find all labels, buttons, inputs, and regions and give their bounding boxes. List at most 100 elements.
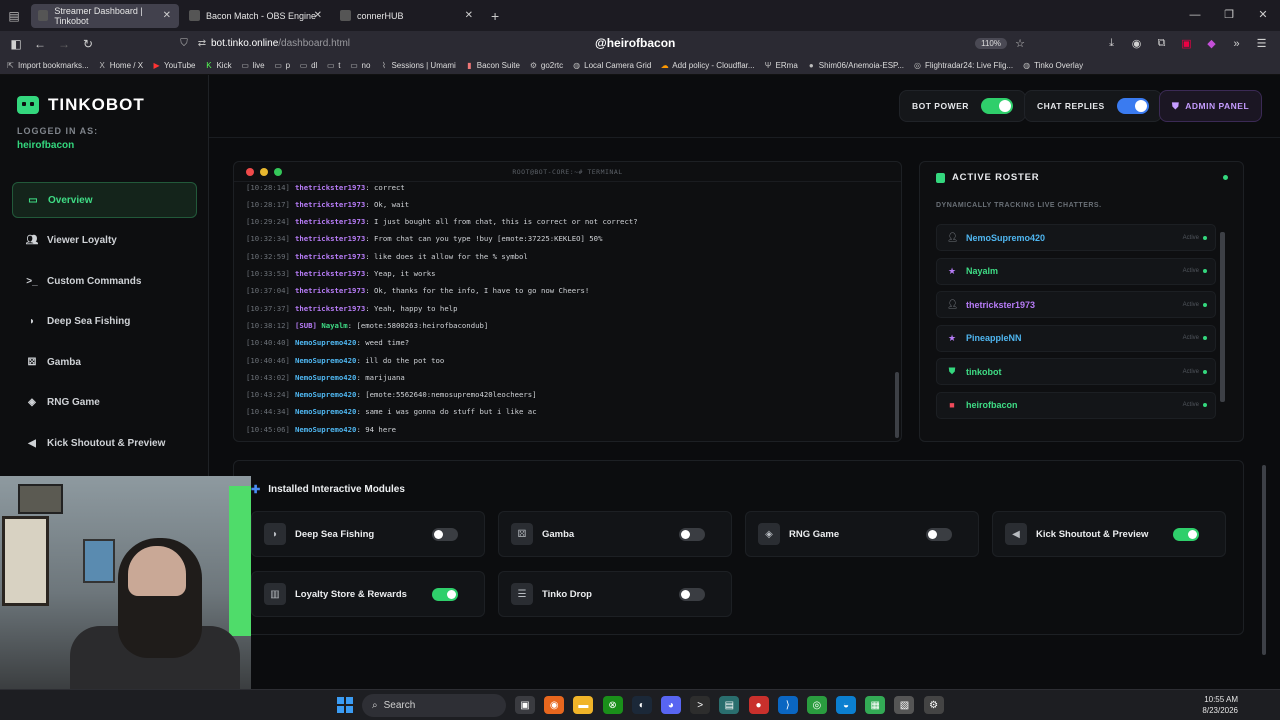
bookmark-item[interactable]: ☁ Add policy - Cloudflar... <box>660 61 755 70</box>
overflow-icon[interactable]: » <box>1224 38 1249 50</box>
bookmark-folder[interactable]: ▭ p <box>274 61 290 70</box>
chat-username[interactable]: NemoSupremo420 <box>295 338 357 347</box>
reload-icon[interactable]: ↻ <box>76 37 100 51</box>
roster-item[interactable]: 👤︎ NemoSupremo420 Active <box>936 224 1216 251</box>
account-icon[interactable]: ◉ <box>1124 37 1149 50</box>
terminal-scrollbar[interactable] <box>895 372 899 438</box>
bookmark-item[interactable]: X Home / X <box>98 61 144 70</box>
tab-streamer-dashboard[interactable]: Streamer Dashboard | Tinkobot ✕ <box>31 3 179 28</box>
chat-username[interactable]: thetrickster1973 <box>295 217 365 226</box>
roster-item[interactable]: ■ heirofbacon Active <box>936 391 1216 419</box>
bookmark-item[interactable]: K Kick <box>204 61 231 70</box>
sidebar-item-viewer-loyalty[interactable]: 👥︎ Viewer Loyalty <box>12 223 197 259</box>
sidebar-item-overview[interactable]: ▭ Overview <box>12 182 197 218</box>
task-view-icon[interactable]: ▣ <box>515 696 535 714</box>
bookmark-folder[interactable]: ▭ no <box>350 61 370 70</box>
module-toggle[interactable] <box>1173 527 1199 541</box>
bookmark-item[interactable]: ◍ Tinko Overlay <box>1022 61 1083 70</box>
chat-username[interactable]: Nayalm <box>321 321 347 330</box>
extension-icon[interactable]: ▣ <box>1174 37 1199 50</box>
forward-icon[interactable]: → <box>52 37 76 51</box>
zoom-level[interactable]: 110% <box>975 37 1007 49</box>
edge-icon[interactable]: ◒ <box>836 696 857 714</box>
chat-username[interactable]: NemoSupremo420 <box>295 425 357 434</box>
steam-icon[interactable]: ◐ <box>631 696 652 714</box>
new-tab-button[interactable]: + <box>491 8 499 24</box>
taskbar-search[interactable]: ⌕ Search <box>362 694 506 717</box>
tab-connerhub[interactable]: connerHUB ✕ <box>333 4 481 28</box>
chat-username[interactable]: NemoSupremo420 <box>295 373 357 382</box>
restore-icon[interactable]: ❐ <box>1212 0 1246 31</box>
clock[interactable]: 10:55 AM 8/23/2026 <box>1202 694 1238 716</box>
app-icon-2[interactable]: ▦ <box>865 696 886 714</box>
discord-icon[interactable]: ◕ <box>660 696 681 714</box>
menu-icon[interactable]: ☰ <box>1249 37 1274 50</box>
chat-username[interactable]: NemoSupremo420 <box>295 390 357 399</box>
bookmark-folder[interactable]: ▭ dl <box>299 61 318 70</box>
bookmark-item[interactable]: ◍ Local Camera Grid <box>572 61 651 70</box>
sidebar-toggle-icon[interactable]: ◧ <box>4 37 28 51</box>
bot-power-toggle[interactable] <box>980 98 1013 114</box>
start-button[interactable] <box>337 697 353 713</box>
chat-replies-toggle[interactable] <box>1116 98 1149 114</box>
chat-username[interactable]: NemoSupremo420 <box>295 356 357 365</box>
chat-username[interactable]: thetrickster1973 <box>295 269 365 278</box>
chat-username[interactable]: thetrickster1973 <box>295 304 365 313</box>
minimize-icon[interactable]: — <box>1178 0 1212 31</box>
firefox-icon[interactable]: ◉ <box>544 696 565 714</box>
vscode-icon[interactable]: ⟩ <box>777 696 798 714</box>
sidebar-item-gamba[interactable]: ⚄ Gamba <box>12 344 197 380</box>
chat-username[interactable]: thetrickster1973 <box>295 286 365 295</box>
close-tab-icon[interactable]: ✕ <box>314 10 322 21</box>
bookmark-item[interactable]: ◎ Flightradar24: Live Flig... <box>913 61 1013 70</box>
admin-panel-button[interactable]: ⛊ ADMIN PANEL <box>1159 90 1263 122</box>
bookmark-item[interactable]: ⚙ go2rtc <box>529 61 563 70</box>
file-explorer-icon[interactable]: ▬ <box>573 696 594 714</box>
bookmark-item[interactable]: ▮ Bacon Suite <box>465 61 520 70</box>
module-toggle[interactable] <box>432 527 458 541</box>
settings-icon[interactable]: ⚙ <box>923 696 944 714</box>
sidebar-item-custom-commands[interactable]: >_ Custom Commands <box>12 263 197 299</box>
roster-item[interactable]: ⛊ tinkobot Active <box>936 358 1216 385</box>
bookmark-folder[interactable]: ▭ t <box>326 61 341 70</box>
xbox-icon[interactable]: ⊗ <box>602 696 623 714</box>
page-scrollbar[interactable] <box>1262 465 1266 655</box>
roster-item[interactable]: 👤︎ thetrickster1973 Active <box>936 291 1216 318</box>
site-info-icon[interactable]: ⛉ <box>175 38 193 49</box>
chat-username[interactable]: NemoSupremo420 <box>295 407 357 416</box>
chat-username[interactable]: thetrickster1973 <box>295 200 365 209</box>
app-icon[interactable]: ▤ <box>719 696 740 714</box>
close-window-icon[interactable]: ✕ <box>1246 0 1280 31</box>
chrome-icon[interactable]: ◎ <box>806 696 827 714</box>
obs-icon[interactable]: ● <box>748 696 769 714</box>
bookmark-item[interactable]: Ψ ERma <box>764 61 798 70</box>
roster-scrollbar[interactable] <box>1220 232 1225 402</box>
extension-purple-icon[interactable]: ◆ <box>1199 37 1224 50</box>
chat-username[interactable]: thetrickster1973 <box>295 183 365 192</box>
bookmark-item[interactable]: ● Shim06/Anemoia-ESP... <box>807 61 904 70</box>
module-toggle[interactable] <box>432 587 458 601</box>
sidebar-item-kick-shoutout[interactable]: ◀ Kick Shoutout & Preview <box>12 426 197 462</box>
back-icon[interactable]: ← <box>28 37 52 51</box>
terminal-log[interactable]: [10:28:14] thetrickster1973: correct [10:2… <box>234 182 893 441</box>
chat-username[interactable]: thetrickster1973 <box>295 234 365 243</box>
sidebar-item-rng-game[interactable]: ◈ RNG Game <box>12 385 197 421</box>
roster-item[interactable]: ★ PineappleNN Active <box>936 324 1216 352</box>
close-tab-icon[interactable]: ✕ <box>163 10 171 21</box>
tab-list-icon[interactable]: ▤ <box>0 9 28 23</box>
module-toggle[interactable] <box>679 527 705 541</box>
bookmark-item[interactable]: ⌇ Sessions | Umami <box>379 61 456 70</box>
chat-username[interactable]: thetrickster1973 <box>295 252 365 261</box>
app-icon-3[interactable]: ▧ <box>894 696 915 714</box>
roster-item[interactable]: ★ Nayalm Active <box>936 257 1216 285</box>
module-toggle[interactable] <box>679 587 705 601</box>
extensions-icon[interactable]: ⧉ <box>1149 37 1174 50</box>
bookmark-item[interactable]: ▶ YouTube <box>152 61 195 70</box>
address-bar[interactable]: ⛉ ⇄ bot.tinko.online/dashboard.html @hei… <box>175 32 1025 54</box>
sidebar-item-deep-sea-fishing[interactable]: ◗ Deep Sea Fishing <box>12 304 197 340</box>
tab-bacon-match[interactable]: Bacon Match - OBS Engine ✕ <box>182 4 330 28</box>
bookmark-item[interactable]: ⇱ Import bookmarks... <box>6 61 89 70</box>
terminal-app-icon[interactable]: > <box>690 696 711 714</box>
close-tab-icon[interactable]: ✕ <box>465 10 473 21</box>
download-icon[interactable]: ⤓ <box>1099 37 1124 50</box>
